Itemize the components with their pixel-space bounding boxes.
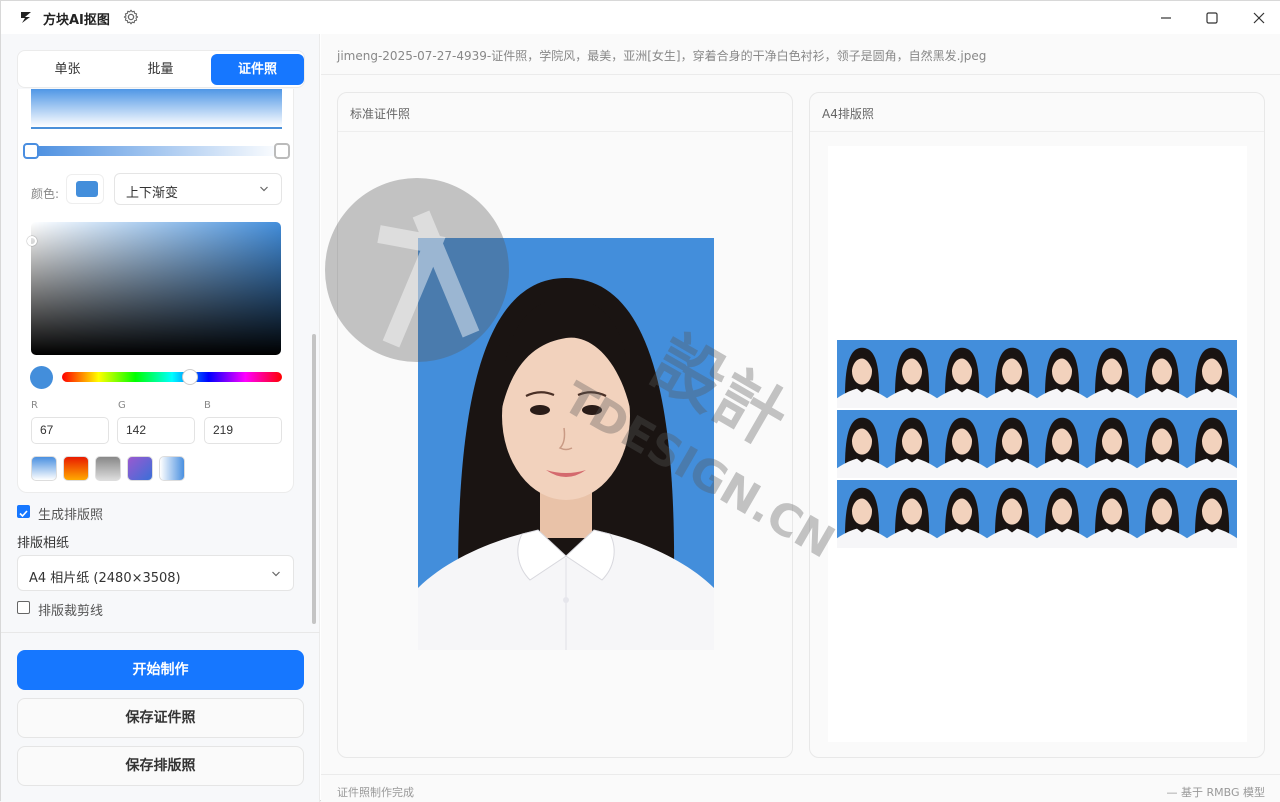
- mini-id-photo: [1087, 480, 1137, 548]
- title-bar: 方块AI抠图: [1, 1, 1280, 34]
- a4-layout-card: A4排版照: [809, 92, 1265, 758]
- mini-id-photo: [1187, 480, 1237, 548]
- layout-checkbox[interactable]: [17, 505, 30, 518]
- card-divider: [810, 131, 1264, 132]
- mini-id-photo: [1187, 410, 1237, 478]
- mini-id-photo: [1087, 340, 1137, 408]
- close-icon[interactable]: [1247, 6, 1271, 30]
- chevron-down-icon: [260, 186, 268, 192]
- file-name: jimeng-2025-07-27-4939-证件照，学院风，最美，亚洲[女生]…: [337, 49, 987, 63]
- mini-id-photo: [937, 340, 987, 408]
- preset-gray-gradient[interactable]: [95, 456, 121, 481]
- status-divider: [321, 774, 1280, 775]
- hue-slider-thumb[interactable]: [182, 369, 198, 385]
- hue-slider[interactable]: [62, 372, 282, 382]
- b-label: B: [204, 400, 211, 411]
- mini-id-photo: [937, 410, 987, 478]
- gradient-stop-handle-start[interactable]: [23, 143, 39, 159]
- g-label: G: [118, 400, 126, 411]
- paper-select-value: A4 相片纸 (2480×3508): [29, 571, 181, 586]
- mini-id-photo: [987, 340, 1037, 408]
- standard-id-title: 标准证件照: [350, 107, 411, 121]
- card-divider: [338, 131, 792, 132]
- mini-id-photo: [1137, 410, 1187, 478]
- tab-batch[interactable]: 批量: [114, 54, 207, 85]
- gradient-stop-handle-end[interactable]: [274, 143, 290, 159]
- app-window: 方块AI抠图 单张 批量 证件照 颜色: 上下渐变 R G B 67 142 2…: [0, 0, 1280, 802]
- main-divider: [321, 74, 1280, 75]
- gradient-mode-value: 上下渐变: [126, 186, 179, 201]
- sidebar-scrollbar[interactable]: [312, 334, 316, 624]
- mini-id-photo: [987, 410, 1037, 478]
- gradient-preview: [31, 89, 282, 129]
- preset-purple-blue-gradient[interactable]: [127, 456, 153, 481]
- mini-id-photo: [937, 480, 987, 548]
- portrait-image: [418, 278, 714, 650]
- minimize-icon[interactable]: [1154, 6, 1178, 30]
- save-layout-button[interactable]: 保存排版照: [17, 746, 304, 786]
- mini-id-photo: [1187, 340, 1237, 408]
- maximize-icon[interactable]: [1200, 6, 1224, 30]
- current-color-preview: [30, 366, 53, 389]
- preset-blue-white-gradient[interactable]: [31, 456, 57, 481]
- a4-photo-grid: [837, 340, 1237, 550]
- status-text: 证件照制作完成: [337, 786, 414, 799]
- mini-id-photo: [1137, 480, 1187, 548]
- layout-checkbox-label: 生成排版照: [38, 508, 104, 523]
- main-area: jimeng-2025-07-27-4939-证件照，学院风，最美，亚洲[女生]…: [321, 34, 1280, 802]
- bolt-logo-icon: [21, 12, 31, 23]
- chevron-down-icon: [272, 571, 280, 577]
- mini-id-photo: [1037, 410, 1087, 478]
- check-icon: [19, 510, 28, 518]
- color-label: 颜色:: [31, 187, 60, 201]
- mini-id-photo: [987, 480, 1037, 548]
- model-info: — 基于 RMBG 模型: [1166, 786, 1265, 799]
- color-picker-cursor[interactable]: [27, 236, 37, 246]
- gradient-stop-track[interactable]: [30, 146, 283, 156]
- a4-layout-title: A4排版照: [822, 107, 874, 121]
- preset-red-orange-gradient[interactable]: [63, 456, 89, 481]
- saturation-value-picker[interactable]: [31, 222, 281, 355]
- cutline-checkbox[interactable]: [17, 601, 30, 614]
- gradient-mode-select[interactable]: 上下渐变: [114, 173, 282, 205]
- a4-sheet: [828, 146, 1247, 742]
- start-button[interactable]: 开始制作: [17, 650, 304, 690]
- id-photo: [418, 238, 714, 650]
- gear-icon[interactable]: [122, 8, 140, 26]
- color-swatch-button[interactable]: [66, 174, 104, 204]
- g-input[interactable]: 142: [117, 417, 195, 444]
- preset-light-blue-gradient[interactable]: [159, 456, 185, 481]
- r-label: R: [31, 400, 38, 411]
- mini-id-photo: [1137, 340, 1187, 408]
- mini-id-photo: [837, 340, 887, 408]
- mini-id-photo: [887, 480, 937, 548]
- mini-id-photo: [1037, 480, 1087, 548]
- mini-id-photo: [1037, 340, 1087, 408]
- tab-single[interactable]: 单张: [21, 54, 114, 85]
- sidebar-divider: [1, 632, 320, 633]
- cutline-checkbox-label: 排版裁剪线: [38, 604, 104, 619]
- mini-id-photo: [1087, 410, 1137, 478]
- mini-id-photo: [887, 340, 937, 408]
- save-id-photo-button[interactable]: 保存证件照: [17, 698, 304, 738]
- standard-id-card: 标准证件照: [337, 92, 793, 758]
- b-input[interactable]: 219: [204, 417, 282, 444]
- r-input[interactable]: 67: [31, 417, 109, 444]
- paper-label: 排版相纸: [17, 536, 70, 551]
- mini-id-photo: [887, 410, 937, 478]
- mode-tabs: 单张 批量 证件照: [17, 50, 305, 88]
- mini-id-photo: [837, 480, 887, 548]
- app-title: 方块AI抠图: [43, 13, 110, 28]
- background-color-panel: 颜色: 上下渐变 R G B 67 142 219: [17, 89, 294, 493]
- paper-select[interactable]: A4 相片纸 (2480×3508): [17, 555, 294, 591]
- tab-id-photo[interactable]: 证件照: [211, 54, 304, 85]
- sidebar: 单张 批量 证件照 颜色: 上下渐变 R G B 67 142 219 生成排版…: [1, 34, 320, 802]
- mini-id-photo: [837, 410, 887, 478]
